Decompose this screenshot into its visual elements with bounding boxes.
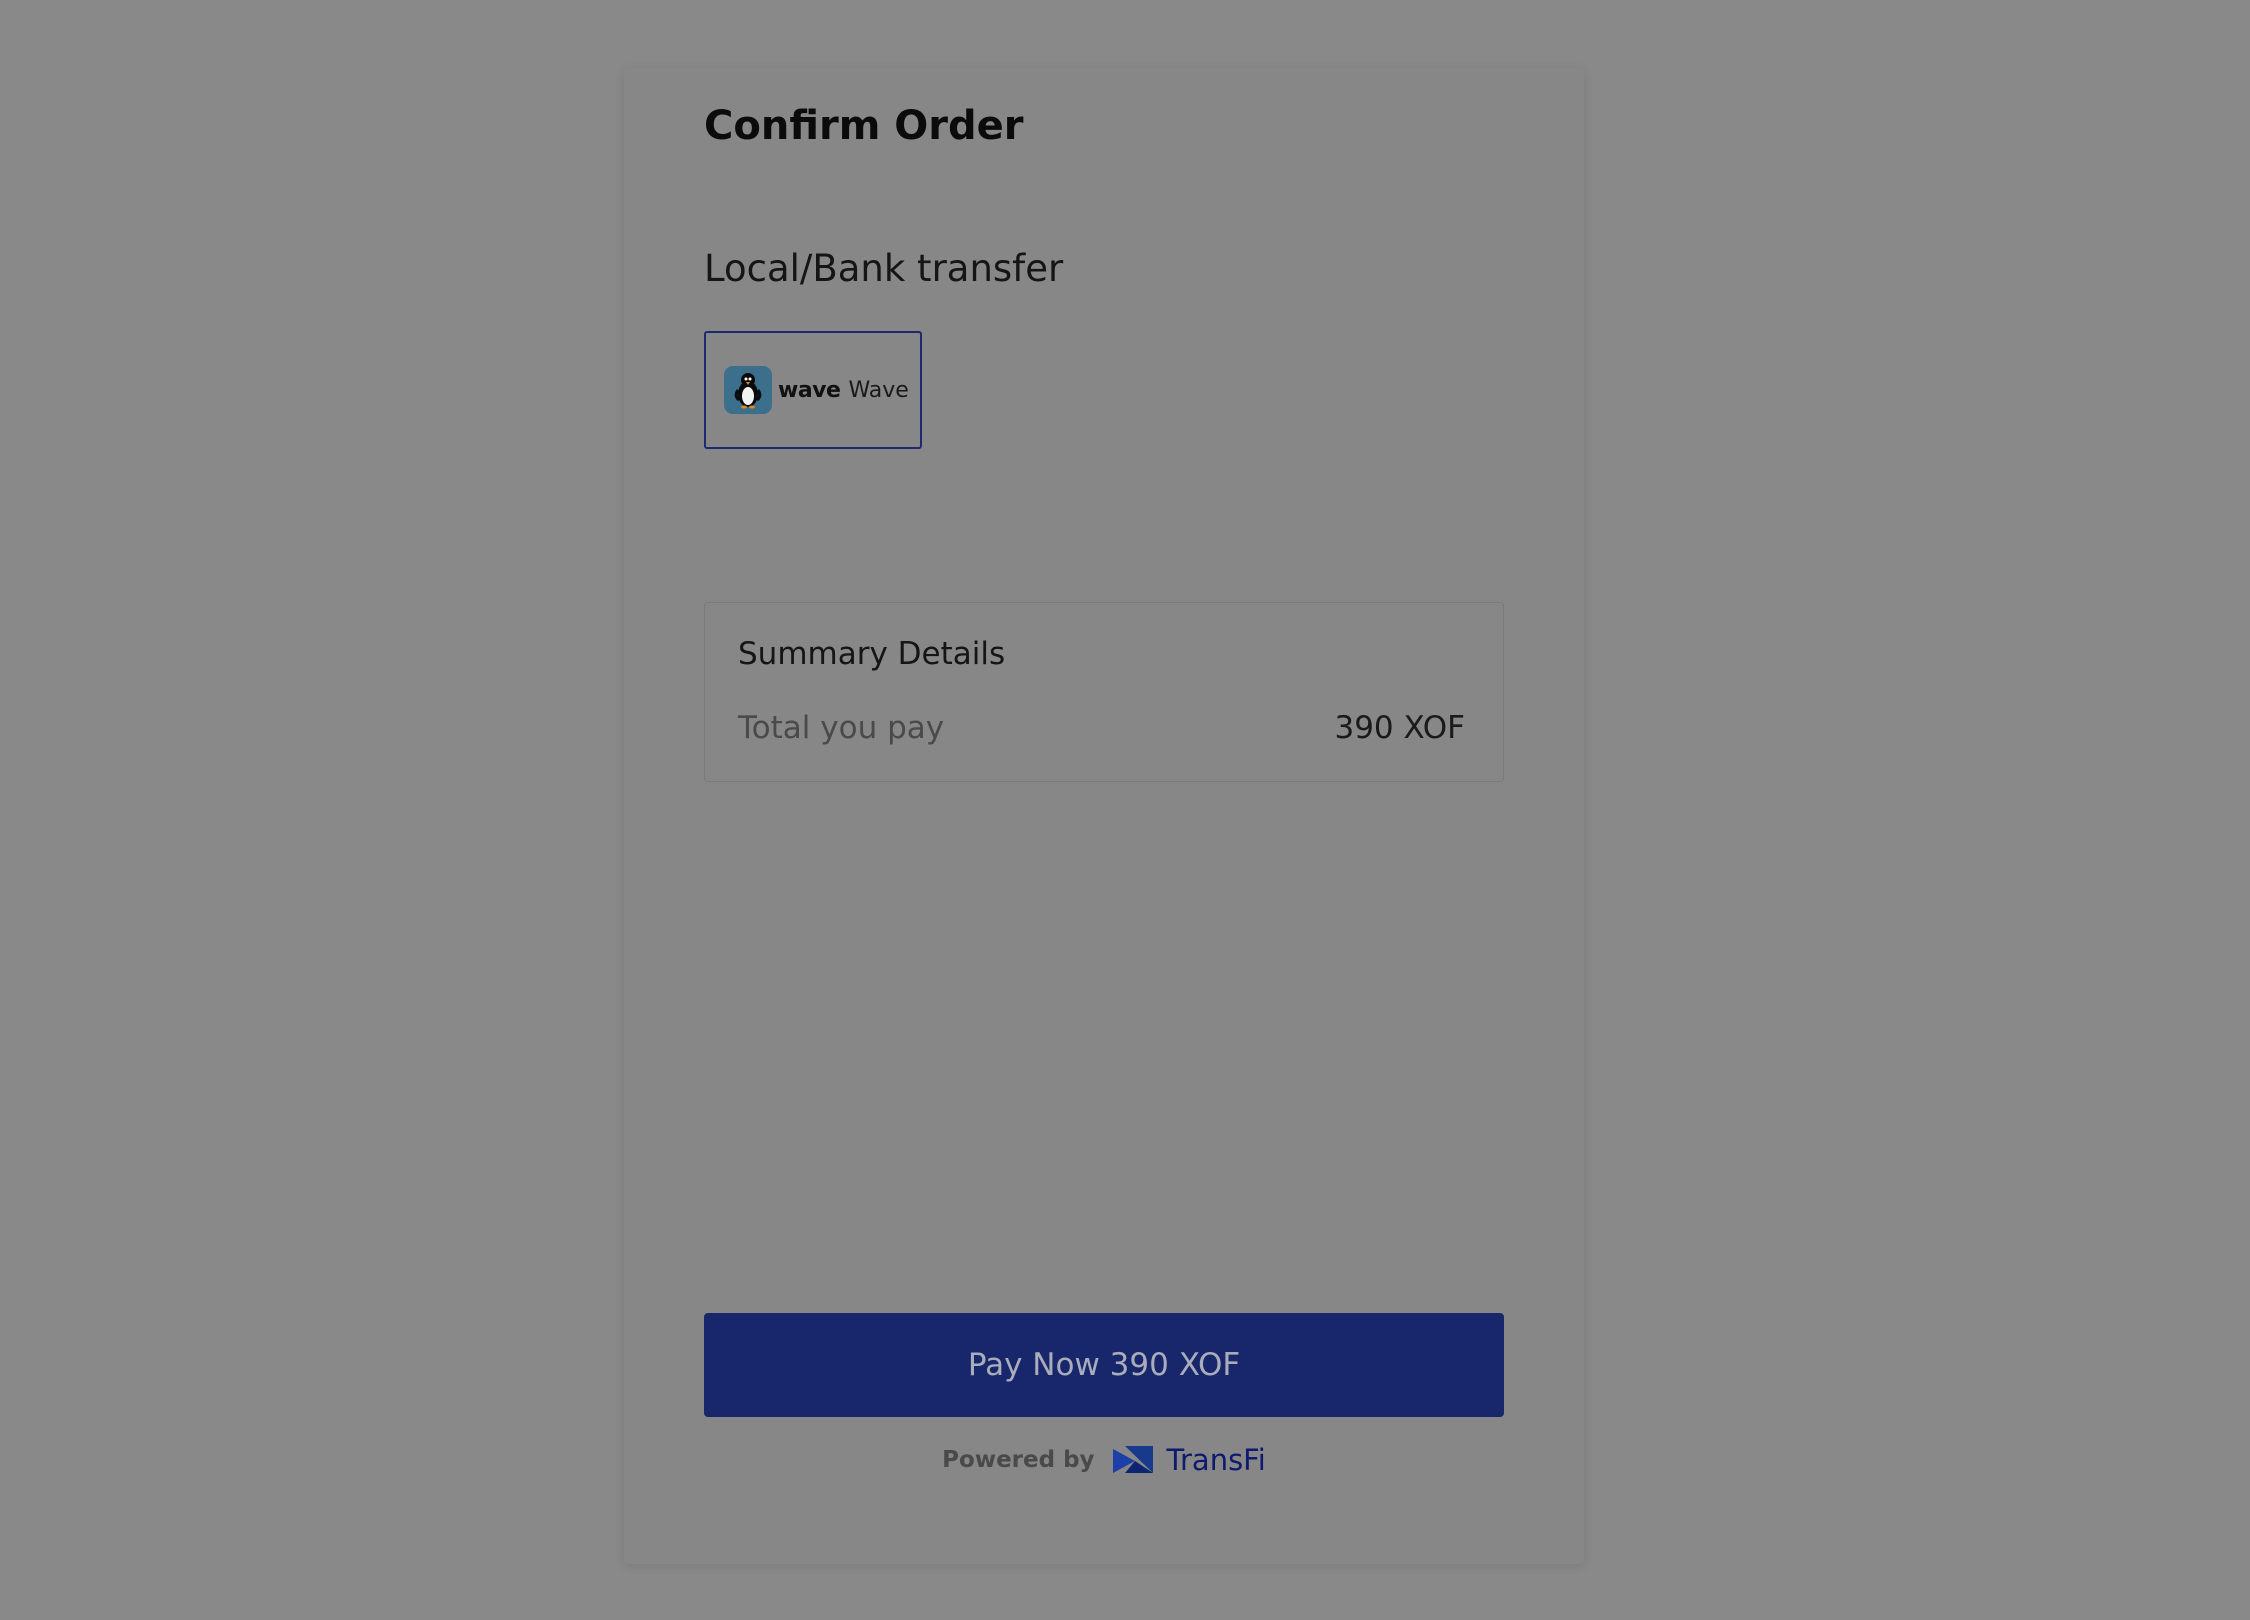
transfi-logo-icon — [1111, 1443, 1155, 1477]
pay-now-button[interactable]: Pay Now 390 XOF — [704, 1313, 1504, 1417]
checkout-card: Confirm Order Local/Bank transfer wave W… — [624, 68, 1584, 1564]
payment-section-title: Local/Bank transfer — [704, 247, 1064, 290]
powered-by-footer: Powered by TransFi — [624, 1443, 1584, 1477]
payment-method-label: Wave — [848, 377, 909, 403]
summary-details-box: Summary Details Total you pay 390 XOF — [704, 602, 1504, 782]
total-label: Total you pay — [738, 710, 945, 746]
penguin-icon — [724, 366, 772, 414]
powered-by-text: Powered by — [942, 1447, 1095, 1473]
summary-total-row: Total you pay 390 XOF — [738, 713, 1465, 744]
page-title: Confirm Order — [704, 103, 1024, 149]
transfi-brand-name: TransFi — [1166, 1443, 1266, 1477]
wave-wordmark: wave — [778, 377, 841, 403]
total-value: 390 XOF — [1334, 710, 1465, 746]
summary-title: Summary Details — [738, 636, 1006, 672]
payment-method-wave[interactable]: wave Wave — [704, 331, 922, 449]
